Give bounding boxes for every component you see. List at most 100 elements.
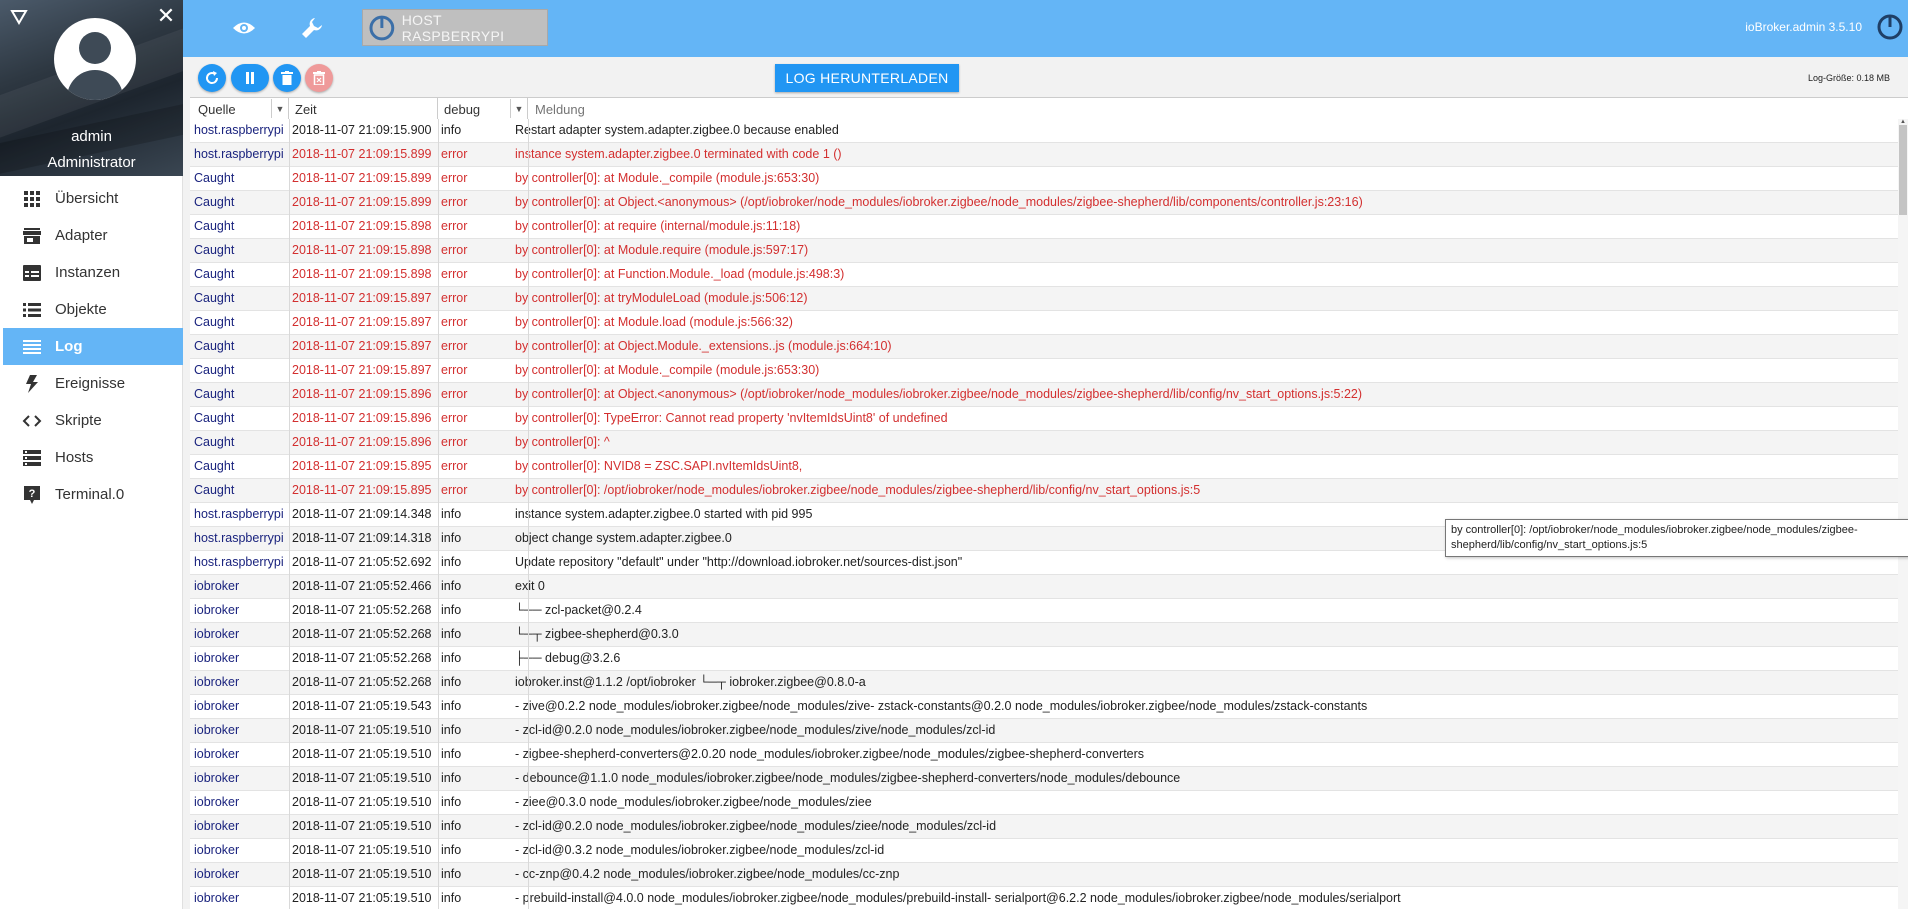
log-source: iobroker [194,819,240,833]
sidebar-item-objekte[interactable]: Objekte [3,291,183,328]
table-row[interactable]: Caught 2018-11-07 21:09:15.897 error by con… [190,287,1898,311]
log-message: by controller[0]: at Module.require (mod… [515,243,809,257]
log-time: 2018-11-07 21:09:15.897 [292,291,432,305]
sidebar-item-log[interactable]: Log [3,328,183,365]
log-message: ├── debug@3.2.6 [515,651,621,665]
sidebar-item-label: Terminal.0 [55,486,125,503]
table-row[interactable]: iobroker 2018-11-07 21:05:19.543 info - ziv… [190,695,1898,719]
table-row[interactable]: iobroker 2018-11-07 21:05:19.510 info - cc-… [190,863,1898,887]
table-row[interactable]: Caught 2018-11-07 21:09:15.897 error by con… [190,359,1898,383]
sidebar-item-hosts[interactable]: Hosts [3,439,183,476]
power-icon [369,15,395,40]
table-row[interactable]: Caught 2018-11-07 21:09:15.896 error by con… [190,407,1898,431]
table-row[interactable]: Caught 2018-11-07 21:09:15.896 error by con… [190,383,1898,407]
help-icon: ? [21,485,43,505]
table-row[interactable]: Caught 2018-11-07 21:09:15.895 error by con… [190,479,1898,503]
menu-triangle-icon[interactable] [10,8,30,28]
sidebar-item-terminal[interactable]: ? Terminal.0 [3,476,183,513]
table-row[interactable]: iobroker 2018-11-07 21:05:52.268 info ├── d… [190,647,1898,671]
message-filter-input[interactable] [531,98,1851,120]
delete-all-button[interactable] [305,64,333,92]
table-row[interactable]: Caught 2018-11-07 21:09:15.898 error by con… [190,215,1898,239]
scroll-thumb[interactable] [1899,125,1907,215]
log-time: 2018-11-07 21:09:15.900 [292,123,432,137]
tooltip-line: by controller[0]: /opt/iobroker/node_mod… [1451,524,1858,536]
table-row[interactable]: Caught 2018-11-07 21:09:15.897 error by con… [190,335,1898,359]
source-filter[interactable]: Quelle ▼ [190,98,289,120]
log-message: exit 0 [515,579,545,593]
table-row[interactable]: Caught 2018-11-07 21:09:15.895 error by con… [190,455,1898,479]
table-row[interactable]: iobroker 2018-11-07 21:05:52.268 info └── z… [190,599,1898,623]
eye-icon[interactable] [228,12,260,44]
log-message: - prebuild-install@4.0.0 node_modules/io… [515,891,1401,905]
log-panel: LOG HERUNTERLADEN Log-Größe: 0.18 MB Que… [183,57,1908,909]
sidebar-item-label: Objekte [55,301,107,318]
download-log-button[interactable]: LOG HERUNTERLADEN [775,64,959,92]
log-source: Caught [194,435,235,449]
sidebar-item-uebersicht[interactable]: Übersicht [3,180,183,217]
sidebar-item-adapter[interactable]: Adapter [3,217,183,254]
log-time: 2018-11-07 21:09:15.899 [292,195,432,209]
log-time: 2018-11-07 21:09:15.897 [292,363,432,377]
log-source: host.raspberrypi [194,123,284,137]
log-message: - debounce@1.1.0 node_modules/iobroker.z… [515,771,1181,785]
table-row[interactable]: iobroker 2018-11-07 21:05:19.510 info - zig… [190,743,1898,767]
sidebar-item-skripte[interactable]: Skripte [3,402,183,439]
table-row[interactable]: iobroker 2018-11-07 21:05:19.510 info - zcl… [190,719,1898,743]
log-message: - zcl-id@0.2.0 node_modules/iobroker.zig… [515,819,997,833]
log-source: Caught [194,219,235,233]
table-row[interactable]: Caught 2018-11-07 21:09:15.899 error by con… [190,191,1898,215]
table-row[interactable]: Caught 2018-11-07 21:09:15.899 error by con… [190,167,1898,191]
log-source: Caught [194,483,235,497]
host-button[interactable]: HOST RASPBERRYPI [362,9,548,46]
log-severity: error [441,219,468,233]
log-severity: error [441,315,468,329]
log-severity: info [441,123,462,137]
hosts-icon [21,448,43,468]
sidebar-item-label: Adapter [55,227,108,244]
table-row[interactable]: Caught 2018-11-07 21:09:15.898 error by con… [190,239,1898,263]
log-message: by controller[0]: NVID8 = ZSC.SAPI.nvIte… [515,459,803,473]
table-row[interactable]: Caught 2018-11-07 21:09:15.896 error by con… [190,431,1898,455]
log-time: 2018-11-07 21:05:19.510 [292,771,432,785]
log-message: by controller[0]: at Module._compile (mo… [515,171,820,185]
user-name: admin [71,128,112,145]
table-row[interactable]: iobroker 2018-11-07 21:05:19.510 info - pre… [190,887,1898,909]
table-row[interactable]: host.raspberrypi 2018-11-07 21:09:15.899 e… [190,143,1898,167]
severity-filter[interactable]: debug ▼ [438,98,528,120]
log-time: 2018-11-07 21:05:19.510 [292,747,432,761]
table-row[interactable]: iobroker 2018-11-07 21:05:52.268 info iobro… [190,671,1898,695]
avatar [54,18,136,100]
log-message: - zcl-id@0.2.0 node_modules/iobroker.zig… [515,723,996,737]
log-source: iobroker [194,747,240,761]
wrench-icon[interactable] [296,12,328,44]
table-row[interactable]: Caught 2018-11-07 21:09:15.897 error by con… [190,311,1898,335]
refresh-button[interactable] [198,64,226,92]
log-source: host.raspberrypi [194,531,284,545]
scrollbar[interactable]: ▲ [1898,119,1908,909]
table-row[interactable]: iobroker 2018-11-07 21:05:52.268 info └─┬ z… [190,623,1898,647]
table-row[interactable]: Caught 2018-11-07 21:09:15.898 error by con… [190,263,1898,287]
table-row[interactable]: iobroker 2018-11-07 21:05:52.466 info exit … [190,575,1898,599]
sidebar-item-ereignisse[interactable]: Ereignisse [3,365,183,402]
table-row[interactable]: iobroker 2018-11-07 21:05:19.510 info - deb… [190,767,1898,791]
table-row[interactable]: iobroker 2018-11-07 21:05:19.510 info - zcl… [190,839,1898,863]
log-severity: error [441,171,468,185]
sidebar-item-instanzen[interactable]: Instanzen [3,254,183,291]
log-source: Caught [194,243,235,257]
table-row[interactable]: host.raspberrypi 2018-11-07 21:09:15.900 i… [190,119,1898,143]
pause-button[interactable] [231,64,269,92]
log-severity: error [441,339,468,353]
log-source: iobroker [194,771,240,785]
log-time: 2018-11-07 21:09:14.348 [292,507,432,521]
close-icon[interactable]: ✕ [156,5,176,27]
iobroker-logo-icon [1877,14,1903,40]
delete-button[interactable] [273,64,301,92]
log-source: iobroker [194,891,240,905]
log-severity: error [441,483,468,497]
table-row[interactable]: iobroker 2018-11-07 21:05:19.510 info - zie… [190,791,1898,815]
log-source: iobroker [194,699,240,713]
log-message: by controller[0]: at Module._compile (mo… [515,363,820,377]
table-row[interactable]: iobroker 2018-11-07 21:05:19.510 info - zcl… [190,815,1898,839]
time-filter[interactable]: Zeit [289,98,438,120]
